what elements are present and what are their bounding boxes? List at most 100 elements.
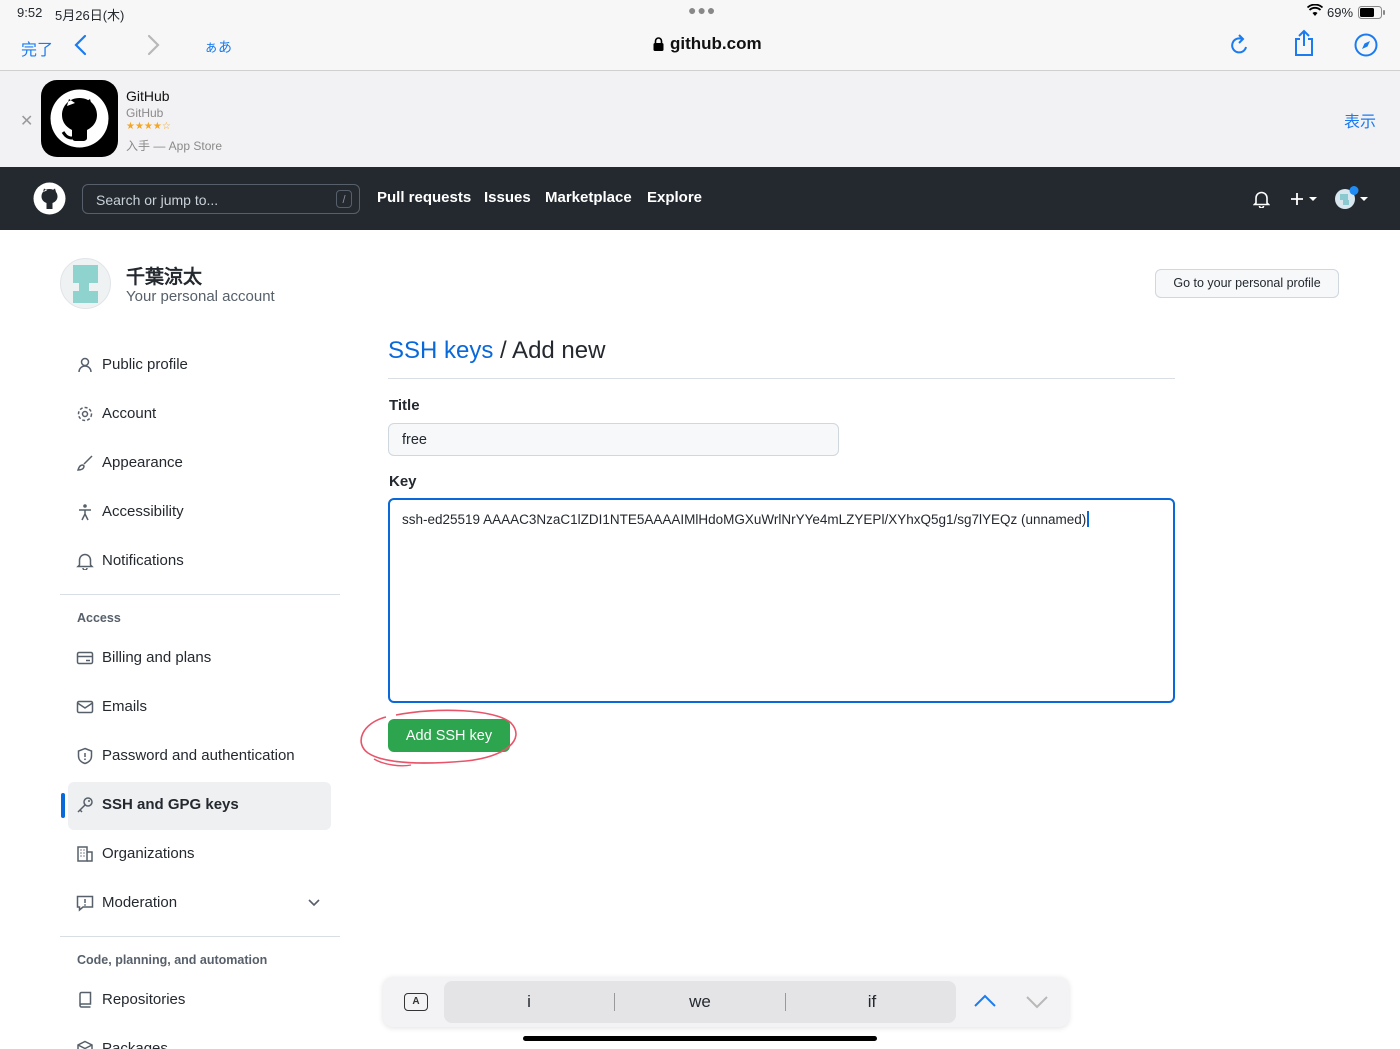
sidebar-item-organizations[interactable]: Organizations — [68, 831, 331, 879]
multitask-dots-icon[interactable]: ●●● — [688, 2, 716, 18]
sidebar-item-label: Public profile — [102, 356, 188, 373]
suggestion-2[interactable]: we — [680, 992, 720, 1012]
sidebar-item-emails[interactable]: Emails — [68, 684, 331, 732]
sidebar-heading-access: Access — [77, 611, 121, 625]
status-date: 5月26日(木) — [55, 8, 125, 23]
selected-indicator — [61, 793, 65, 818]
sidebar-item-accessibility[interactable]: Accessibility — [68, 489, 331, 537]
share-icon[interactable] — [1293, 29, 1315, 57]
banner-publisher: GitHub — [126, 106, 164, 120]
search-shortcut-key: / — [336, 190, 352, 208]
compass-icon[interactable] — [1354, 33, 1378, 57]
close-icon[interactable]: ✕ — [20, 111, 33, 131]
app-store-banner: ✕ GitHub GitHub ★★★★☆ 入手 — App Store 表示 — [0, 71, 1400, 168]
sidebar-heading-code: Code, planning, and automation — [77, 953, 268, 967]
avatar-menu[interactable] — [1335, 186, 1369, 212]
github-header: Search or jump to... / Pull requests Iss… — [0, 167, 1400, 230]
package-icon — [76, 1040, 94, 1049]
reload-icon[interactable] — [1229, 33, 1251, 57]
avatar[interactable] — [60, 258, 111, 309]
account-subtitle: Your personal account — [126, 288, 275, 305]
sidebar-item-label: Repositories — [102, 991, 186, 1008]
breadcrumb-ssh-keys-link[interactable]: SSH keys — [388, 337, 493, 364]
sidebar-item-ssh-gpg-keys[interactable]: SSH and GPG keys — [68, 782, 331, 830]
credit-card-icon — [76, 649, 94, 667]
sidebar-item-label: Notifications — [102, 552, 184, 569]
suggestion-divider — [785, 993, 786, 1011]
nav-issues[interactable]: Issues — [484, 189, 531, 206]
gear-icon — [76, 405, 94, 423]
sidebar-item-label: Organizations — [102, 845, 195, 862]
status-time: 9:52 — [17, 5, 43, 20]
nav-pull-requests[interactable]: Pull requests — [377, 189, 471, 206]
create-new-icon[interactable] — [1290, 191, 1320, 207]
sidebar-item-label: Account — [102, 405, 157, 422]
sidebar-item-label: Password and authentication — [102, 747, 295, 764]
github-logo-icon[interactable] — [33, 182, 66, 215]
key-icon — [76, 796, 94, 814]
title-label: Title — [389, 397, 420, 414]
sidebar-item-label: Billing and plans — [102, 649, 212, 666]
suggestion-1[interactable]: i — [524, 992, 534, 1012]
sidebar-item-billing[interactable]: Billing and plans — [68, 635, 331, 683]
key-textarea-value: ssh-ed25519 AAAAC3NzaC1lZDI1NTE5AAAAIMlH… — [402, 511, 1090, 527]
sidebar-item-moderation[interactable]: Moderation — [68, 880, 331, 928]
search-input[interactable]: Search or jump to... / — [82, 184, 360, 214]
nav-explore[interactable]: Explore — [647, 189, 702, 206]
suggestion-divider — [614, 993, 615, 1011]
sidebar-item-label: Moderation — [102, 894, 178, 911]
person-icon — [76, 356, 94, 374]
repo-icon — [76, 991, 94, 1009]
sidebar-divider — [60, 936, 340, 937]
key-textarea[interactable]: ssh-ed25519 AAAAC3NzaC1lZDI1NTE5AAAAIMlH… — [388, 498, 1175, 703]
next-field-chevron-down-icon[interactable] — [1025, 994, 1049, 1010]
sidebar-item-repositories[interactable]: Repositories — [68, 977, 331, 1025]
mail-icon — [76, 698, 94, 716]
bell-icon[interactable] — [1253, 190, 1270, 208]
sidebar-item-password[interactable]: Password and authentication — [68, 733, 331, 781]
sidebar-item-label: Emails — [102, 698, 148, 715]
title-input[interactable]: free — [388, 423, 839, 456]
safari-toolbar: 完了 ぁあ github.com — [0, 24, 1400, 71]
back-arrow-icon[interactable] — [73, 34, 89, 56]
accessibility-icon — [76, 503, 94, 521]
reader-text-button[interactable]: ぁあ — [204, 37, 232, 57]
keyboard-mode-icon[interactable]: A — [404, 993, 428, 1011]
title-divider — [388, 378, 1175, 379]
sidebar-item-account[interactable]: Account — [68, 391, 331, 439]
status-bar: 9:52 5月26日(木) ●●● 69% — [0, 0, 1400, 24]
sidebar-item-notifications[interactable]: Notifications — [68, 538, 331, 586]
view-app-button[interactable]: 表示 — [1344, 108, 1376, 132]
suggestions-panel: i we if — [444, 981, 956, 1023]
banner-app-name: GitHub — [126, 88, 170, 104]
chevron-down-icon[interactable] — [308, 899, 320, 907]
banner-store-text: 入手 — App Store — [126, 139, 223, 153]
sidebar-item-public-profile[interactable]: Public profile — [68, 342, 331, 390]
sidebar-divider — [60, 594, 340, 595]
sidebar-item-appearance[interactable]: Appearance — [68, 440, 331, 488]
go-to-profile-button[interactable]: Go to your personal profile — [1155, 269, 1339, 298]
nav-marketplace[interactable]: Marketplace — [545, 189, 632, 206]
keyboard-suggestion-bar: A i we if — [383, 977, 1069, 1027]
shield-icon — [76, 747, 94, 765]
wifi-icon — [1307, 4, 1323, 17]
suggestion-3[interactable]: if — [860, 992, 884, 1012]
previous-field-chevron-up-icon[interactable] — [973, 993, 997, 1009]
github-app-logo — [41, 80, 118, 157]
paintbrush-icon — [76, 454, 94, 472]
lock-icon — [653, 37, 664, 51]
done-button[interactable]: 完了 — [21, 36, 53, 60]
annotation-circle — [360, 709, 517, 767]
sidebar-item-label: SSH and GPG keys — [102, 796, 239, 813]
organization-icon — [76, 845, 94, 863]
account-name: 千葉涼太 — [126, 267, 203, 288]
battery-icon — [1358, 6, 1386, 19]
search-placeholder: Search or jump to... — [96, 192, 219, 208]
bell-icon — [76, 552, 94, 570]
url-field[interactable]: github.com — [670, 34, 762, 54]
home-indicator[interactable] — [523, 1036, 877, 1041]
key-label: Key — [389, 473, 417, 490]
sidebar-item-label: Appearance — [102, 454, 183, 471]
sidebar-item-packages[interactable]: Packages — [68, 1026, 331, 1049]
forward-arrow-icon[interactable] — [145, 34, 161, 56]
